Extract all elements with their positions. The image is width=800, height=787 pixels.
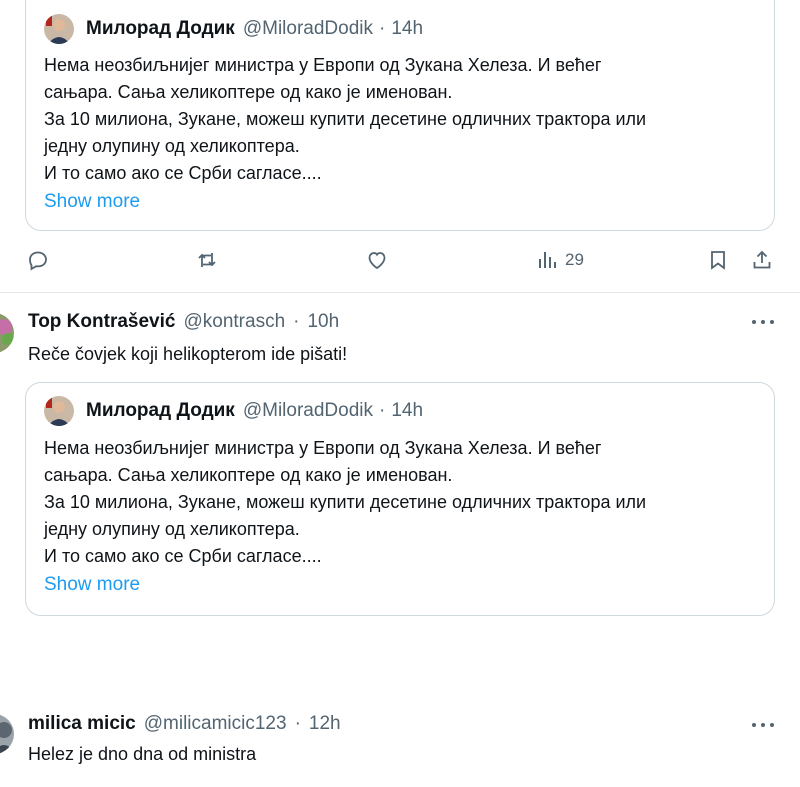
show-more-link[interactable]: Show more xyxy=(44,188,764,215)
tweet-text-line: једну олупину од хеликоптера. xyxy=(44,519,300,539)
avatar[interactable] xyxy=(0,313,14,353)
timestamp[interactable]: 10h xyxy=(307,311,339,333)
tweet-text-line: И то само ако се Срби сагласе.... xyxy=(44,546,322,566)
share-button[interactable] xyxy=(750,248,774,272)
tweet-text-line: једну олупину од хеликоптера. xyxy=(44,136,300,156)
tweet-action-bar: 29 xyxy=(0,248,800,278)
author-handle[interactable]: @kontrasch xyxy=(183,311,285,333)
separator-dot: · xyxy=(379,400,386,421)
quoted-tweet-header: Милорад Додик @MiloradDodik · 14h xyxy=(44,396,423,426)
retweet-button[interactable] xyxy=(195,248,219,272)
tweet-text-line: сањара. Сања хеликоптере од како је имен… xyxy=(44,465,453,485)
show-more-link[interactable]: Show more xyxy=(44,571,764,598)
timestamp[interactable]: 12h xyxy=(309,713,341,735)
bookmark-icon xyxy=(711,251,725,270)
share-icon xyxy=(753,250,771,269)
quoted-tweet-card[interactable]: Милорад Додик @MiloradDodik · 14h Нема н… xyxy=(25,382,775,616)
reply-button[interactable] xyxy=(26,248,50,272)
reply-text: Helez je dno dna od ministra xyxy=(28,744,257,764)
tweet-text-line: За 10 милиона, Зукане, можеш купити десе… xyxy=(44,492,647,512)
author-name[interactable]: Милорад Додик xyxy=(86,400,235,422)
tweet-text-line: Нема неозбиљнијег министра у Европи од З… xyxy=(44,438,602,458)
author-name[interactable]: Top Kontrašević xyxy=(28,311,175,333)
quoted-tweet-body: Нема неозбиљнијег министра у Европи од З… xyxy=(44,52,764,215)
comment-icon xyxy=(29,251,47,271)
more-icon[interactable] xyxy=(752,317,774,327)
quoted-tweet-header: Милорад Додик @MiloradDodik · 14h xyxy=(44,14,423,44)
more-icon[interactable] xyxy=(752,720,774,730)
timestamp[interactable]: 14h xyxy=(391,18,423,40)
author-handle[interactable]: @MiloradDodik xyxy=(243,18,373,40)
avatar[interactable] xyxy=(44,396,74,426)
quoted-tweet-card[interactable]: Милорад Додик @MiloradDodik · 14h Нема н… xyxy=(25,0,775,231)
reply-header: Top Kontrašević @kontrasch · 10h xyxy=(28,311,339,333)
author-handle[interactable]: @MiloradDodik xyxy=(243,400,373,422)
views-count: 29 xyxy=(565,250,584,269)
separator-dot: · xyxy=(293,311,300,332)
timestamp[interactable]: 14h xyxy=(391,400,423,422)
separator-dot: · xyxy=(379,18,386,39)
author-handle[interactable]: @milicamicic123 xyxy=(144,713,287,735)
views-icon xyxy=(539,252,556,268)
tweet-text-line: Нема неозбиљнијег министра у Европи од З… xyxy=(44,55,602,75)
tweet-text-line: сањара. Сања хеликоптере од како је имен… xyxy=(44,82,453,102)
reply-text: Reče čovjek koji helikopterom ide pišati… xyxy=(28,344,348,364)
tweet-text-line: За 10 милиона, Зукане, можеш купити десе… xyxy=(44,109,647,129)
avatar[interactable] xyxy=(44,14,74,44)
separator-dot: · xyxy=(294,713,301,734)
quoted-tweet-body: Нема неозбиљнијег министра у Европи од З… xyxy=(44,435,764,598)
author-name[interactable]: Милорад Додик xyxy=(86,18,235,40)
divider xyxy=(0,292,800,293)
author-name[interactable]: milica micic xyxy=(28,713,136,735)
heart-icon xyxy=(368,252,386,270)
views-button[interactable]: 29 xyxy=(535,248,584,272)
retweet-icon xyxy=(198,253,216,267)
tweet-text-line: И то само ако се Срби сагласе.... xyxy=(44,163,322,183)
reply-header: milica micic @milicamicic123 · 12h xyxy=(28,713,341,735)
like-button[interactable] xyxy=(365,248,389,272)
avatar[interactable] xyxy=(0,714,14,754)
bookmark-button[interactable] xyxy=(706,248,730,272)
